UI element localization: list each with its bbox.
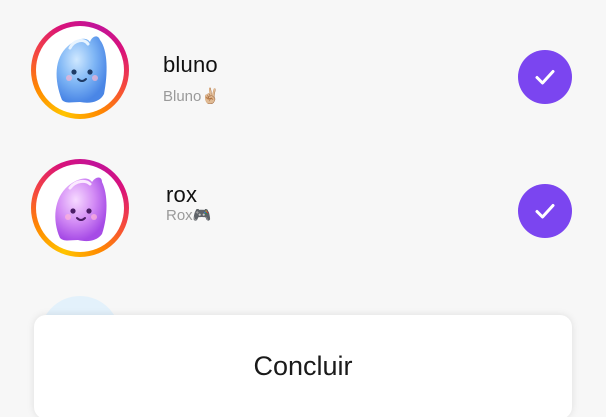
contact-select-screen: bluno Bluno✌🏼 rox Rox🎮 Concluir [0, 0, 606, 417]
contact-name: bluno [163, 52, 218, 77]
avatar [40, 30, 120, 110]
contact-subtitle: Rox🎮 [166, 207, 212, 224]
blue-ghost-avatar-icon [40, 30, 120, 110]
contact-subtitle: Bluno✌🏼 [163, 88, 221, 105]
contact-row[interactable]: bluno Bluno✌🏼 [0, 10, 606, 130]
contact-name: rox [166, 182, 198, 207]
check-icon [535, 204, 555, 219]
avatar [40, 168, 120, 248]
contact-row[interactable]: rox Rox🎮 [0, 148, 606, 268]
check-icon [535, 70, 555, 85]
done-button-label: Concluir [253, 350, 353, 381]
select-toggle[interactable] [518, 184, 572, 238]
done-button[interactable]: Concluir [34, 315, 572, 417]
select-toggle[interactable] [518, 50, 572, 104]
purple-ghost-avatar-icon [40, 168, 120, 248]
avatar-story-ring[interactable] [31, 159, 129, 257]
avatar-story-ring[interactable] [31, 21, 129, 119]
